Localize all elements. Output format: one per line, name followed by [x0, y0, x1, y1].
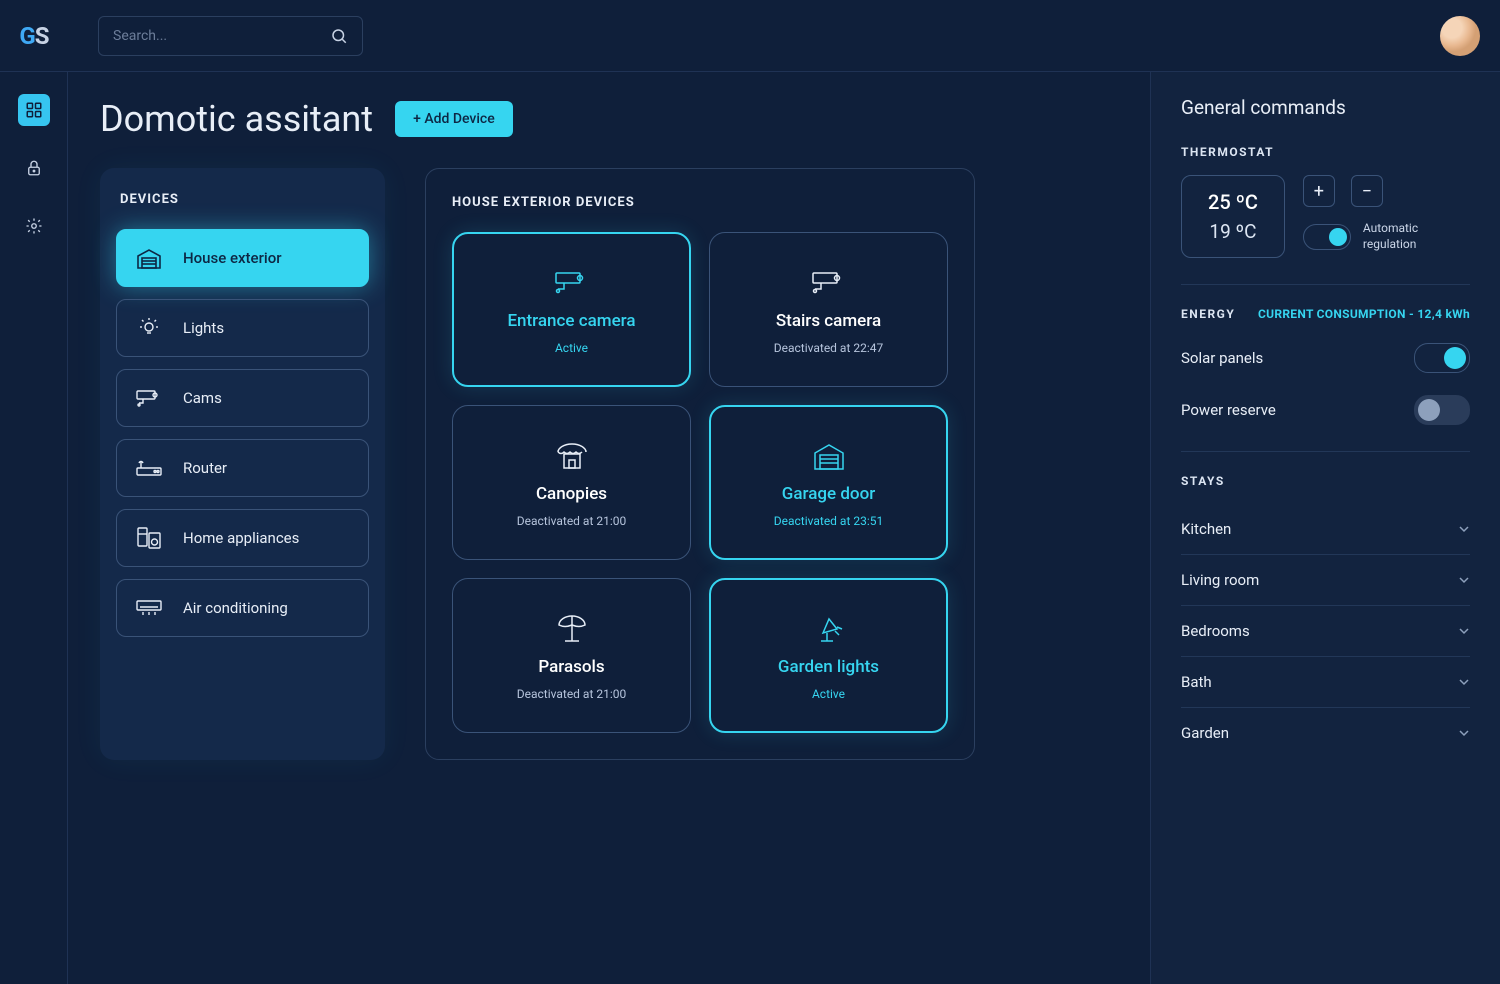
solar-panels-label: Solar panels: [1181, 349, 1263, 367]
nav-rail: [0, 72, 68, 984]
search-box[interactable]: [98, 16, 363, 56]
solar-panels-toggle[interactable]: [1414, 343, 1470, 373]
auto-regulation-toggle[interactable]: [1303, 224, 1351, 250]
garage-icon: [135, 247, 163, 269]
search-input[interactable]: [113, 28, 330, 44]
device-card-canopies[interactable]: Canopies Deactivated at 21:00: [452, 405, 691, 560]
chevron-down-icon: [1458, 676, 1470, 688]
stays-item-label: Bath: [1181, 673, 1212, 691]
thermostat-display: 25 ºC 19 ºC: [1181, 175, 1285, 258]
device-card-entrance-camera[interactable]: Entrance camera Active: [452, 232, 691, 387]
device-card-status: Deactivated at 23:51: [774, 514, 884, 528]
camera-icon: [135, 388, 163, 408]
avatar[interactable]: [1440, 16, 1480, 56]
energy-consumption: CURRENT CONSUMPTION - 12,4 kWh: [1258, 307, 1470, 321]
stays-item-label: Kitchen: [1181, 520, 1231, 538]
header: GS: [0, 0, 1500, 72]
chevron-down-icon: [1458, 523, 1470, 535]
power-reserve-label: Power reserve: [1181, 401, 1276, 419]
stays-label: STAYS: [1181, 474, 1470, 488]
device-category-label: Home appliances: [183, 529, 299, 547]
add-device-button[interactable]: + Add Device: [395, 101, 513, 137]
stays-item-kitchen[interactable]: Kitchen: [1181, 504, 1470, 555]
device-category-cams[interactable]: Cams: [116, 369, 369, 427]
device-card-garage-door[interactable]: Garage door Deactivated at 23:51: [709, 405, 948, 560]
stays-item-label: Living room: [1181, 571, 1259, 589]
camera-icon: [809, 265, 849, 301]
logo-s: S: [35, 22, 49, 50]
device-category-house-exterior[interactable]: House exterior: [116, 229, 369, 287]
device-area-title: HOUSE EXTERIOR DEVICES: [452, 195, 948, 210]
rail-settings[interactable]: [18, 210, 50, 242]
logo: GS: [0, 22, 68, 50]
device-category-label: Cams: [183, 389, 222, 407]
device-card-status: Deactivated at 22:47: [774, 341, 884, 355]
device-category-appliances[interactable]: Home appliances: [116, 509, 369, 567]
device-category-label: House exterior: [183, 249, 282, 267]
device-card-title: Garden lights: [778, 657, 879, 677]
page-title: Domotic assitant: [100, 98, 373, 140]
logo-g: G: [19, 22, 34, 50]
devices-panel-title: DEVICES: [120, 192, 365, 207]
sidebar-title: General commands: [1181, 96, 1470, 119]
garage-icon: [812, 438, 846, 474]
divider: [1181, 284, 1470, 285]
appliances-icon: [135, 526, 163, 550]
router-icon: [135, 458, 163, 478]
auto-regulation-label: Automatic regulation: [1363, 221, 1418, 252]
device-card-garden-lights[interactable]: Garden lights Active: [709, 578, 948, 733]
chevron-down-icon: [1458, 625, 1470, 637]
device-card-title: Garage door: [782, 484, 875, 504]
rail-lock[interactable]: [18, 152, 50, 184]
thermostat-temp-secondary: 19 ºC: [1208, 220, 1258, 243]
thermostat-minus-button[interactable]: −: [1351, 175, 1383, 207]
chevron-down-icon: [1458, 727, 1470, 739]
stays-item-label: Garden: [1181, 724, 1229, 742]
device-card-title: Canopies: [536, 484, 607, 504]
power-reserve-toggle[interactable]: [1414, 395, 1470, 425]
device-card-status: Deactivated at 21:00: [517, 687, 627, 701]
search-icon: [330, 27, 348, 45]
device-category-router[interactable]: Router: [116, 439, 369, 497]
device-card-status: Active: [555, 341, 588, 355]
canopy-icon: [554, 438, 590, 474]
bulb-icon: [135, 315, 163, 341]
stays-item-bedrooms[interactable]: Bedrooms: [1181, 606, 1470, 657]
device-category-lights[interactable]: Lights: [116, 299, 369, 357]
device-card-status: Deactivated at 21:00: [517, 514, 627, 528]
device-card-title: Parasols: [538, 657, 604, 677]
divider: [1181, 451, 1470, 452]
lamp-icon: [813, 611, 845, 647]
device-card-title: Stairs camera: [776, 311, 881, 331]
thermostat-label: THERMOSTAT: [1181, 145, 1470, 159]
camera-icon: [552, 265, 592, 301]
commands-sidebar: General commands THERMOSTAT 25 ºC 19 ºC …: [1150, 72, 1500, 984]
device-category-label: Router: [183, 459, 227, 477]
device-category-ac[interactable]: Air conditioning: [116, 579, 369, 637]
device-card-parasols[interactable]: Parasols Deactivated at 21:00: [452, 578, 691, 733]
thermostat-plus-button[interactable]: +: [1303, 175, 1335, 207]
energy-label: ENERGY: [1181, 307, 1235, 321]
devices-panel: DEVICES House exterior Lights: [100, 168, 385, 760]
ac-icon: [135, 599, 163, 617]
parasol-icon: [555, 611, 589, 647]
stays-item-living-room[interactable]: Living room: [1181, 555, 1470, 606]
chevron-down-icon: [1458, 574, 1470, 586]
stays-item-bath[interactable]: Bath: [1181, 657, 1470, 708]
device-category-label: Lights: [183, 319, 224, 337]
device-category-label: Air conditioning: [183, 599, 288, 617]
device-card-status: Active: [812, 687, 845, 701]
stays-item-label: Bedrooms: [1181, 622, 1250, 640]
rail-dashboard[interactable]: [18, 94, 50, 126]
device-card-title: Entrance camera: [507, 311, 635, 331]
thermostat-temp-primary: 25 ºC: [1208, 190, 1258, 214]
device-area: HOUSE EXTERIOR DEVICES Entrance camera A…: [425, 168, 975, 760]
stays-item-garden[interactable]: Garden: [1181, 708, 1470, 758]
device-card-stairs-camera[interactable]: Stairs camera Deactivated at 22:47: [709, 232, 948, 387]
